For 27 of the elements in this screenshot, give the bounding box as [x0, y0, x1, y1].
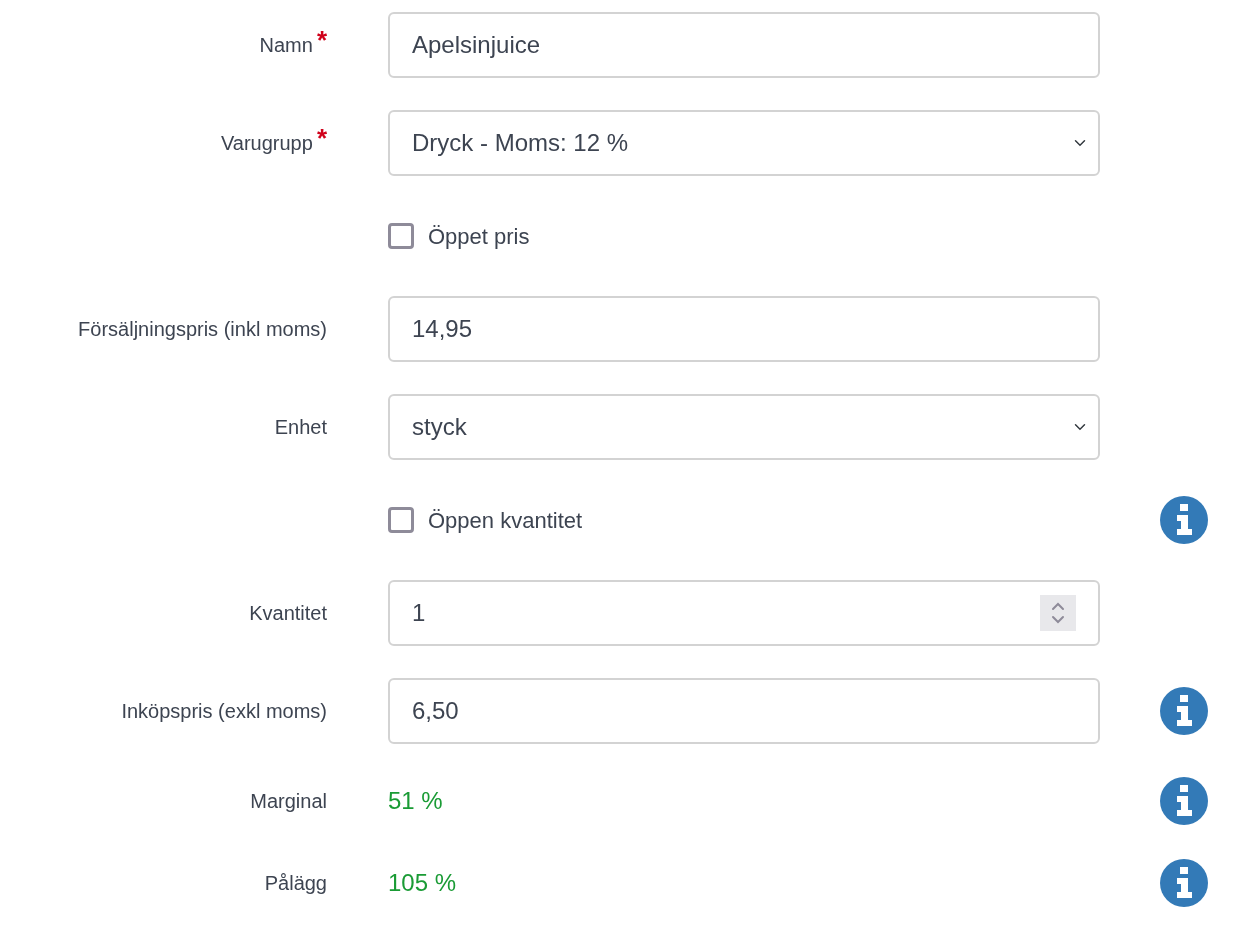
field-label: Namn [259, 33, 313, 58]
dropdown-field[interactable]: Dryck - Moms: 12 % [388, 110, 1100, 176]
spinner-icon[interactable] [1040, 595, 1076, 631]
field-label: Marginal [250, 789, 327, 814]
field-label: Enhet [274, 415, 327, 440]
value-text: 105 % [388, 868, 457, 898]
checkbox-label: Öppen kvantitet [428, 506, 583, 535]
field-label: Försäljningspris (inkl moms) [78, 317, 327, 342]
info-icon[interactable] [1160, 496, 1208, 544]
required-asterisk: * [316, 30, 327, 50]
field-label: Kvantitet [249, 601, 327, 626]
info-icon[interactable] [1160, 687, 1208, 735]
required-asterisk: * [316, 128, 327, 148]
info-icon[interactable] [1160, 859, 1208, 907]
text-field[interactable]: 6,50 [388, 678, 1100, 744]
checkbox[interactable] [388, 507, 414, 533]
info-icon[interactable] [1160, 777, 1208, 825]
value-text: 51 % [388, 786, 443, 816]
field-label: Inköpspris (exkl moms) [121, 699, 327, 724]
field-label: Varugrupp [220, 131, 313, 156]
field-label: Pålägg [264, 871, 327, 896]
dropdown-field[interactable]: styck [388, 394, 1100, 460]
checkbox[interactable] [388, 223, 414, 249]
text-field[interactable]: 14,95 [388, 296, 1100, 362]
number-field[interactable]: 1 [388, 580, 1100, 646]
text-field[interactable]: Apelsinjuice [388, 12, 1100, 78]
checkbox-label: Öppet pris [428, 222, 530, 251]
